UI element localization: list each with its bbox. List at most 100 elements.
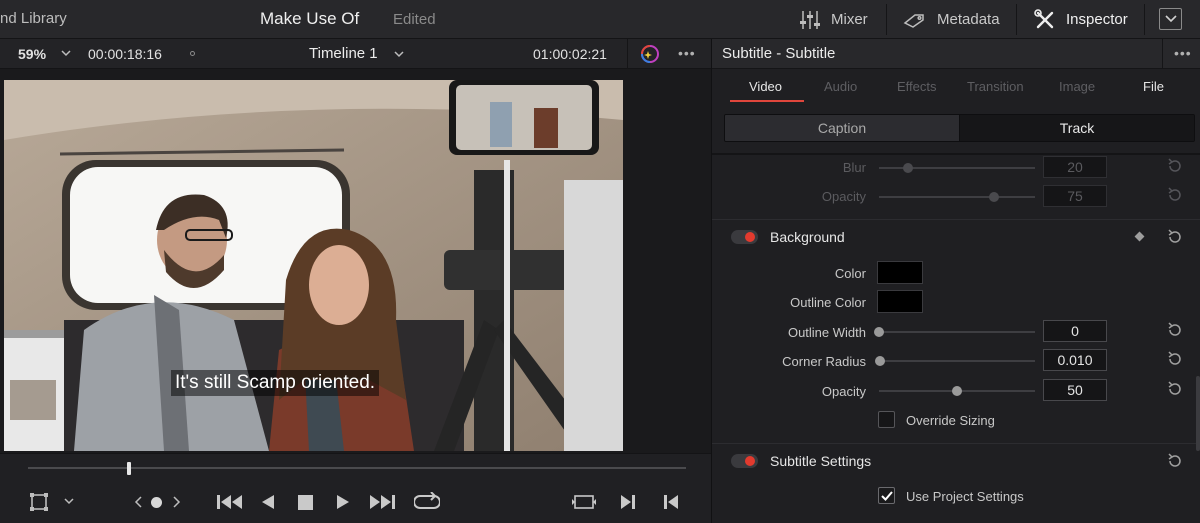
play-icon[interactable] [336, 494, 350, 510]
viewer-header: 59% 00:00:18:16 Timeline 1 01:00:02:21 •… [0, 39, 711, 69]
tab-file[interactable]: File [1143, 79, 1164, 94]
blur-slider-knob[interactable] [903, 163, 913, 173]
text-opacity-slider-knob[interactable] [989, 192, 999, 202]
timeline-name[interactable]: Timeline 1 [309, 45, 378, 62]
text-opacity-value[interactable]: 75 [1043, 185, 1107, 207]
subtitle-settings-section-title: Subtitle Settings [770, 453, 872, 469]
reset-icon[interactable] [1167, 187, 1183, 203]
more-options-icon[interactable]: ••• [1174, 45, 1192, 61]
inspector-header: Subtitle - Subtitle ••• [712, 39, 1200, 69]
text-opacity-label: Opacity [821, 189, 866, 204]
metadata-button[interactable]: Metadata [903, 0, 1000, 39]
metadata-icon [903, 13, 924, 28]
reset-icon[interactable] [1167, 158, 1183, 174]
chevron-down-icon[interactable] [393, 48, 405, 60]
video-frame[interactable]: It's still Scamp oriented. [4, 80, 623, 451]
background-opacity-value[interactable]: 50 [1043, 379, 1107, 401]
zoom-level[interactable]: 59% [18, 46, 46, 62]
background-enable-toggle[interactable] [731, 230, 758, 244]
segment-track[interactable]: Track [960, 115, 1194, 141]
stop-icon[interactable] [298, 495, 313, 510]
override-sizing-label: Override Sizing [906, 413, 995, 428]
mixer-button[interactable]: Mixer [799, 0, 868, 39]
next-clip-icon[interactable] [620, 494, 636, 510]
playhead-handle[interactable] [127, 462, 131, 475]
corner-radius-label: Corner Radius [782, 354, 866, 369]
use-project-settings-label: Use Project Settings [906, 489, 1024, 504]
background-color-label: Color [834, 266, 866, 281]
collapse-panel-button[interactable] [1159, 8, 1182, 30]
more-options-icon[interactable]: ••• [678, 45, 696, 61]
chevron-down-icon[interactable] [60, 47, 72, 59]
metadata-label: Metadata [937, 11, 1000, 28]
project-status: Edited [393, 11, 436, 28]
divider [712, 443, 1200, 444]
inspector-scrollbar[interactable] [1196, 376, 1200, 451]
reset-icon[interactable] [1167, 229, 1183, 245]
blur-value[interactable]: 20 [1043, 156, 1107, 178]
outline-width-value[interactable]: 0 [1043, 320, 1107, 342]
media-library-button[interactable]: nd Library [0, 10, 67, 27]
divider [627, 39, 628, 69]
corner-radius-slider-track[interactable] [879, 360, 1035, 362]
marker-dot-icon [190, 51, 195, 56]
segment-caption[interactable]: Caption [725, 115, 960, 141]
active-tab-indicator [730, 100, 804, 102]
tab-effects[interactable]: Effects [897, 79, 937, 94]
video-viewer: It's still Scamp oriented. [0, 69, 711, 453]
inspector-label: Inspector [1066, 11, 1128, 28]
inspector-panel: Subtitle - Subtitle ••• Video Audio Effe… [711, 39, 1200, 523]
subtitle-settings-enable-toggle[interactable] [731, 454, 758, 468]
tab-transition[interactable]: Transition [967, 79, 1024, 94]
override-sizing-checkbox[interactable] [878, 411, 895, 428]
use-project-settings-checkbox[interactable] [878, 487, 895, 504]
tab-audio[interactable]: Audio [824, 79, 857, 94]
tab-image[interactable]: Image [1059, 79, 1095, 94]
reset-icon[interactable] [1167, 351, 1183, 367]
inspector-title: Subtitle - Subtitle [722, 45, 836, 62]
previous-edit-icon[interactable] [133, 495, 143, 509]
go-to-end-icon[interactable] [369, 494, 395, 510]
background-section-title: Background [770, 229, 845, 245]
project-name: Make Use Of [260, 9, 360, 28]
next-edit-icon[interactable] [172, 495, 182, 509]
divider [712, 153, 1200, 155]
reset-icon[interactable] [1167, 322, 1183, 338]
chevron-down-icon[interactable] [63, 497, 75, 507]
play-reverse-icon[interactable] [261, 494, 275, 510]
fx-color-icon[interactable] [639, 44, 661, 64]
divider [1144, 4, 1145, 35]
loop-icon[interactable] [414, 492, 440, 512]
subtitle-caption: It's still Scamp oriented. [171, 370, 380, 396]
mixer-icon [800, 10, 820, 29]
background-color-swatch[interactable] [877, 261, 923, 284]
record-timecode: 01:00:02:21 [533, 46, 607, 62]
corner-radius-slider-knob[interactable] [875, 356, 885, 366]
text-opacity-slider-track[interactable] [879, 196, 1035, 198]
reset-icon[interactable] [1167, 453, 1183, 469]
blur-label: Blur [842, 160, 866, 175]
go-to-start-icon[interactable] [217, 494, 243, 510]
keyframe-diamond-icon[interactable] [1134, 231, 1145, 242]
mixer-label: Mixer [831, 11, 868, 28]
previous-clip-icon[interactable] [663, 494, 679, 510]
divider [1162, 39, 1163, 69]
caption-track-toggle: Caption Track [724, 114, 1195, 142]
tab-video[interactable]: Video [749, 79, 782, 94]
background-opacity-slider-knob[interactable] [952, 386, 962, 396]
transform-overlay-icon[interactable] [30, 493, 48, 511]
jog-dot-icon[interactable] [151, 497, 162, 508]
reset-icon[interactable] [1167, 381, 1183, 397]
inspector-tools-icon [1034, 8, 1054, 28]
outline-width-slider-knob[interactable] [874, 327, 884, 337]
chevron-down-icon [1164, 15, 1177, 23]
transport-bar [0, 453, 711, 523]
divider [712, 219, 1200, 220]
match-frame-icon[interactable] [572, 493, 596, 511]
inspector-button[interactable]: Inspector [1034, 0, 1128, 39]
source-timecode: 00:00:18:16 [88, 46, 162, 62]
outline-color-swatch[interactable] [877, 290, 923, 313]
outline-width-slider-track[interactable] [879, 331, 1035, 333]
top-bar: nd Library Make Use Of Edited Mixer Meta… [0, 0, 1200, 39]
corner-radius-value[interactable]: 0.010 [1043, 349, 1107, 371]
